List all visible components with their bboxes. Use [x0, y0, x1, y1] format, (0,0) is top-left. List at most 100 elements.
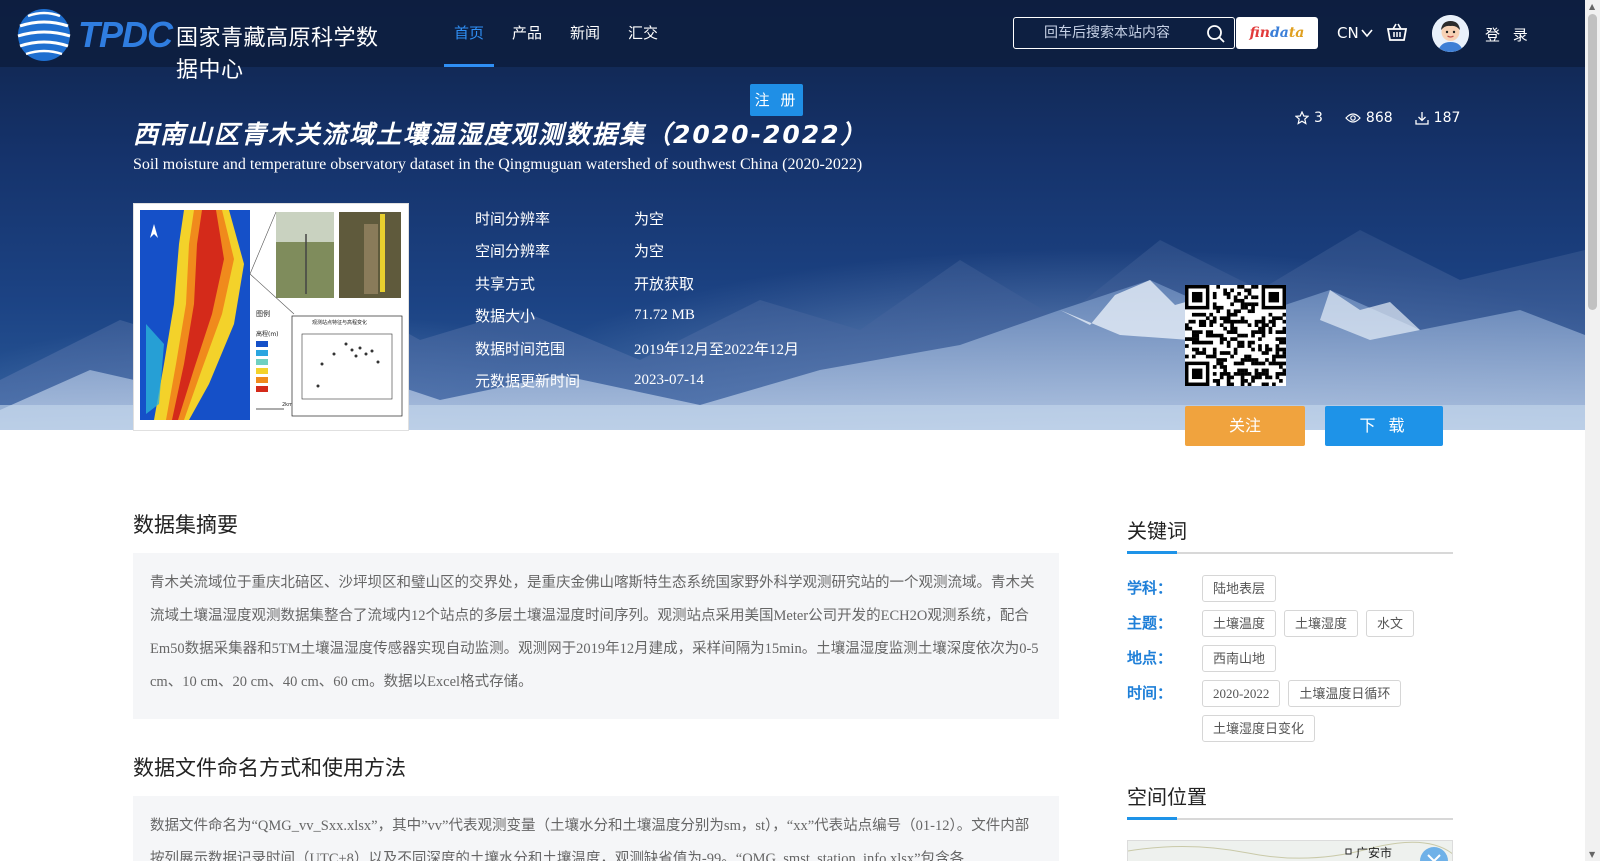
globe-logo-icon — [17, 9, 71, 61]
location-title-text: 空间位置 — [1127, 785, 1207, 809]
scale-label: 2km — [282, 402, 293, 408]
register-button[interactable]: 注 册 — [750, 84, 803, 116]
keyword-label-theme: 主题： — [1127, 614, 1173, 632]
meta-value-time-range: 2019年12月至2022年12月 — [634, 341, 800, 358]
logo-name: 国家青藏高原科学数据中心 — [176, 26, 379, 83]
search-box — [1013, 17, 1235, 49]
legend-title: 图例 — [256, 309, 270, 318]
keywords-title-text: 关键词 — [1127, 519, 1187, 543]
findata-part-1: fin — [1249, 25, 1270, 41]
meta-label-sharing: 共享方式 — [475, 274, 536, 293]
file-naming-title: 数据文件命名方式和使用方法 — [133, 756, 406, 780]
findata-part-3: ta — [1288, 25, 1305, 41]
keyword-tag[interactable]: 土壤温度日循环 — [1288, 680, 1402, 707]
download-count: 187 — [1433, 110, 1461, 126]
meta-value-updated: 2023-07-14 — [634, 372, 704, 389]
view-stat: 868 — [1345, 110, 1393, 126]
site-logo[interactable]: TPDC 国家青藏高原科学数据中心 — [14, 4, 394, 83]
scroll-down-icon[interactable]: ▼ — [1589, 850, 1595, 859]
nav-products[interactable]: 产品 — [498, 0, 556, 67]
follow-button[interactable]: 关注 — [1185, 406, 1305, 446]
main-nav: 首页 产品 新闻 汇交 — [440, 0, 672, 67]
meta-row: 元数据更新时间 2023-07-14 — [475, 365, 799, 398]
nav-home[interactable]: 首页 — [440, 0, 498, 67]
keyword-tags: 2020-2022 土壤温度日循环 土壤湿度日变化 — [1202, 680, 1462, 742]
keyword-label-place: 地点： — [1127, 649, 1173, 667]
keyword-group-theme: 主题： 土壤温度 土壤湿度 水文 — [1127, 610, 1462, 637]
keyword-tag[interactable]: 土壤湿度 — [1284, 610, 1359, 637]
dataset-stats: 3 868 187 — [1295, 110, 1460, 126]
meta-label-time-range: 数据时间范围 — [475, 339, 566, 358]
findata-part-2: da — [1269, 25, 1289, 41]
location-title: 空间位置 — [1127, 781, 1453, 820]
star-count: 3 — [1314, 110, 1323, 126]
meta-label-spatial-resolution: 空间分辨率 — [475, 242, 551, 261]
thumbnail-image: 图例 高程(m) 2km 观测站点特征与高程变化 — [140, 210, 403, 420]
meta-row: 共享方式 开放获取 — [475, 267, 799, 300]
meta-row: 数据时间范围 2019年12月至2022年12月 — [475, 332, 799, 365]
meta-value-size: 71.72 MB — [634, 307, 695, 324]
nav-submit[interactable]: 汇交 — [614, 0, 672, 67]
abstract-title: 数据集摘要 — [133, 513, 238, 537]
cart-icon[interactable] — [1386, 22, 1408, 42]
keywords-title: 关键词 — [1127, 515, 1453, 554]
eye-icon — [1345, 113, 1361, 123]
legend-elevation-label: 高程(m) — [256, 330, 279, 338]
keyword-tag[interactable]: 土壤温度 — [1202, 610, 1277, 637]
keyword-group-place: 地点： 西南山地 — [1127, 645, 1462, 672]
search-input[interactable] — [1022, 18, 1202, 48]
keyword-tag[interactable]: 2020-2022 — [1202, 680, 1281, 707]
file-naming-text: 数据文件命名为“QMG_vv_Sxx.xlsx”，其中”vv”代表观测变量（土壤… — [133, 796, 1059, 861]
keyword-label-discipline: 学科： — [1127, 579, 1173, 597]
meta-row: 时间分辨率 为空 — [475, 202, 799, 235]
download-stat: 187 — [1415, 110, 1461, 126]
map-image: 广安市 — [1128, 841, 1452, 861]
language-switcher[interactable]: CN — [1337, 24, 1373, 42]
dataset-title-zh: 西南山区青木关流域土壤温湿度观测数据集（2020-2022） — [133, 120, 868, 149]
keyword-tag[interactable]: 西南山地 — [1202, 645, 1277, 672]
search-icon[interactable] — [1206, 24, 1226, 44]
login-link[interactable]: 登 录 — [1485, 24, 1532, 45]
meta-row: 空间分辨率 为空 — [475, 235, 799, 268]
keyword-tag[interactable]: 陆地表层 — [1202, 575, 1277, 602]
qr-code-image — [1185, 285, 1287, 387]
location-map[interactable]: 广安市 — [1127, 840, 1453, 861]
top-navbar: TPDC 国家青藏高原科学数据中心 首页 产品 新闻 汇交 findata CN — [0, 0, 1585, 83]
meta-row: 数据大小 71.72 MB — [475, 300, 799, 333]
scrollbar-thumb[interactable] — [1588, 14, 1597, 310]
meta-label-size: 数据大小 — [475, 307, 536, 326]
dataset-title-en: Soil moisture and temperature observator… — [133, 156, 863, 173]
chevron-down-icon — [1361, 29, 1373, 38]
scatter-title: 观测站点特征与高程变化 — [312, 319, 367, 326]
keyword-group-discipline: 学科： 陆地表层 — [1127, 575, 1462, 602]
qr-code — [1185, 285, 1287, 387]
star-stat[interactable]: 3 — [1295, 110, 1323, 126]
meta-value-sharing: 开放获取 — [634, 276, 695, 293]
findata-button[interactable]: findata — [1236, 17, 1318, 49]
keyword-tag[interactable]: 水文 — [1366, 610, 1415, 637]
meta-value-temporal-resolution: 为空 — [634, 211, 665, 228]
keyword-tags: 陆地表层 — [1202, 575, 1462, 602]
keyword-label-time: 时间： — [1127, 684, 1173, 702]
star-icon — [1295, 111, 1309, 125]
avatar-icon — [1432, 15, 1469, 52]
meta-label-updated: 元数据更新时间 — [475, 372, 581, 391]
abstract-text: 青木关流域位于重庆北碚区、沙坪坝区和璧山区的交界处，是重庆金佛山喀斯特生态系统国… — [133, 553, 1059, 719]
scroll-up-icon[interactable]: ▲ — [1589, 2, 1595, 11]
dataset-metadata: 时间分辨率 为空 空间分辨率 为空 共享方式 开放获取 数据大小 71.72 M… — [475, 202, 799, 397]
user-avatar[interactable] — [1432, 15, 1469, 52]
keyword-tags: 土壤温度 土壤湿度 水文 — [1202, 610, 1462, 637]
dataset-thumbnail[interactable]: 图例 高程(m) 2km 观测站点特征与高程变化 — [133, 203, 409, 431]
language-label: CN — [1337, 24, 1359, 42]
keyword-tag[interactable]: 土壤湿度日变化 — [1202, 715, 1316, 742]
meta-label-temporal-resolution: 时间分辨率 — [475, 209, 551, 228]
nav-news[interactable]: 新闻 — [556, 0, 614, 67]
meta-value-spatial-resolution: 为空 — [634, 244, 665, 261]
page-scrollbar[interactable]: ▲ ▼ — [1585, 0, 1600, 861]
keyword-tags: 西南山地 — [1202, 645, 1462, 672]
download-button[interactable]: 下 载 — [1325, 406, 1443, 446]
map-label: 广安市 — [1356, 845, 1392, 860]
keyword-group-time: 时间： 2020-2022 土壤温度日循环 土壤湿度日变化 — [1127, 680, 1462, 742]
logo-abbr: TPDC — [78, 14, 173, 55]
view-count: 868 — [1365, 110, 1393, 126]
